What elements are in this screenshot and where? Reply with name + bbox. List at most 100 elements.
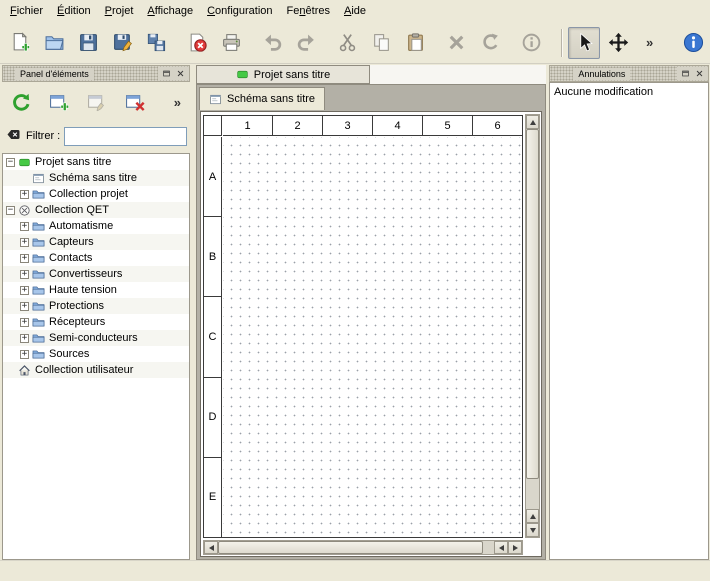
vertical-scrollbar[interactable] [525, 114, 540, 538]
tree-item-label: Automatisme [49, 220, 113, 232]
menu-affichage[interactable]: Affichage [140, 0, 200, 22]
save-all-button[interactable] [140, 27, 172, 59]
tree-minus-toggle-icon[interactable]: − [6, 206, 15, 215]
tree-item-convertisseurs[interactable]: +Convertisseurs [3, 266, 189, 282]
undo-panel-titlebar[interactable]: Annulations [549, 65, 709, 82]
new-document-button[interactable] [4, 27, 36, 59]
paste-button[interactable] [399, 27, 431, 59]
undo-panel-close-button[interactable] [693, 67, 706, 80]
tree-item-semi-conducteurs[interactable]: +Semi-conducteurs [3, 330, 189, 346]
horizontal-scroll-thumb[interactable] [218, 541, 483, 554]
tree-item-collection-utilisateur[interactable]: Collection utilisateur [3, 362, 189, 378]
tree-item-sources[interactable]: +Sources [3, 346, 189, 362]
vertical-scroll-thumb[interactable] [526, 129, 539, 479]
scroll-down-button[interactable] [526, 523, 539, 537]
menu-configuration[interactable]: Configuration [200, 0, 279, 22]
copy-button[interactable] [365, 27, 397, 59]
undo-list-item[interactable]: Aucune modification [550, 83, 708, 100]
undo-panel-buttons [677, 67, 708, 80]
tree-plus-toggle-icon[interactable]: + [20, 286, 29, 295]
redo-button[interactable] [290, 27, 322, 59]
tree-item-protections[interactable]: +Protections [3, 298, 189, 314]
folder-icon [32, 300, 45, 313]
qet-icon [18, 204, 31, 217]
undo-panel-float-button[interactable] [679, 67, 692, 80]
tree-plus-toggle-icon[interactable]: + [20, 302, 29, 311]
horizontal-scrollbar[interactable] [203, 540, 523, 555]
clear-filter-button[interactable] [5, 127, 22, 145]
scroll-left-button-2[interactable] [494, 541, 508, 554]
scroll-up-button[interactable] [526, 115, 539, 129]
panel-overflow-button[interactable]: » [171, 95, 184, 110]
rotate-button[interactable] [474, 27, 506, 59]
menu-edition[interactable]: Édition [50, 0, 98, 22]
menu-fenetres[interactable]: Fenêtres [280, 0, 337, 22]
delete-button[interactable] [440, 27, 472, 59]
select-mode-button[interactable] [568, 27, 600, 59]
elements-panel-close-button[interactable] [174, 67, 187, 80]
diagram-info-button[interactable] [515, 27, 547, 59]
scroll-right-button[interactable] [508, 541, 522, 554]
close-file-button[interactable] [181, 27, 213, 59]
undo-button[interactable] [256, 27, 288, 59]
paste-icon [405, 32, 426, 53]
ruler-column-label: 1 [223, 116, 272, 135]
delete-element-icon [125, 92, 146, 113]
print-button[interactable] [215, 27, 247, 59]
tree-plus-toggle-icon[interactable]: + [20, 270, 29, 279]
tree-plus-toggle-icon[interactable]: + [20, 350, 29, 359]
tree-item-collection-qet[interactable]: − Collection QET [3, 202, 189, 218]
elements-panel-float-button[interactable] [160, 67, 173, 80]
tree-plus-toggle-icon[interactable]: + [20, 318, 29, 327]
toolbar-overflow-button[interactable]: » [643, 35, 656, 50]
tree-item-collection-projet[interactable]: +Collection projet [3, 186, 189, 202]
folder-icon [32, 236, 45, 249]
arrow-right-icon [513, 545, 518, 551]
project-tab[interactable]: Projet sans titre [196, 65, 370, 84]
menu-aide[interactable]: Aide [337, 0, 373, 22]
tree-plus-toggle-icon[interactable]: + [20, 190, 29, 199]
save-button[interactable] [72, 27, 104, 59]
vertical-scroll-track[interactable] [526, 129, 539, 509]
ruler-column-label: 2 [272, 116, 322, 135]
edit-element-button[interactable] [80, 87, 114, 118]
tree-item-contacts[interactable]: +Contacts [3, 250, 189, 266]
tree-minus-toggle-icon[interactable]: − [6, 158, 15, 167]
diagram-grid[interactable] [223, 137, 522, 537]
tree-item-recepteurs[interactable]: +Récepteurs [3, 314, 189, 330]
ruler-row-label: A [204, 137, 221, 216]
menu-fichier[interactable]: Fichier [3, 0, 50, 22]
tree-plus-toggle-icon[interactable]: + [20, 222, 29, 231]
tree-item-projet-sans-titre[interactable]: −Projet sans titre [3, 154, 189, 170]
scroll-mode-button[interactable] [602, 27, 634, 59]
scroll-left-button[interactable] [204, 541, 218, 554]
tree-item-capteurs[interactable]: +Capteurs [3, 234, 189, 250]
menu-projet[interactable]: Projet [98, 0, 141, 22]
new-element-icon [49, 92, 70, 113]
qelectrotech-window: FichierÉditionProjetAffichageConfigurati… [0, 0, 710, 581]
tree-item-label: Collection QET [35, 204, 109, 216]
reload-collections-button[interactable] [4, 87, 38, 118]
delete-element-button[interactable] [118, 87, 152, 118]
tree-item-automatisme[interactable]: + Automatisme [3, 218, 189, 234]
tree-item-haute-tension[interactable]: +Haute tension [3, 282, 189, 298]
about-button[interactable] [680, 27, 706, 59]
tree-plus-toggle-icon[interactable]: + [20, 334, 29, 343]
cut-button[interactable] [331, 27, 363, 59]
new-element-button[interactable] [42, 87, 76, 118]
tree-plus-toggle-icon[interactable]: + [20, 254, 29, 263]
horizontal-scroll-track[interactable] [218, 541, 494, 554]
arrow-down-icon [530, 528, 536, 533]
open-document-button[interactable] [38, 27, 70, 59]
scroll-up-button-2[interactable] [526, 509, 539, 523]
filter-input[interactable] [64, 127, 187, 146]
project-tabbar: Projet sans titre [196, 65, 546, 85]
save-as-button[interactable] [106, 27, 138, 59]
elements-panel-titlebar[interactable]: Panel d'éléments [2, 65, 190, 82]
tree-plus-toggle-icon[interactable]: + [20, 238, 29, 247]
elements-panel-toolbar: » [2, 82, 190, 122]
tree-item-schema-sans-titre[interactable]: Schéma sans titre [3, 170, 189, 186]
ruler-column-label: 4 [372, 116, 422, 135]
schema-tab[interactable]: Schéma sans titre [199, 87, 325, 110]
arrow-up-icon [530, 120, 536, 125]
